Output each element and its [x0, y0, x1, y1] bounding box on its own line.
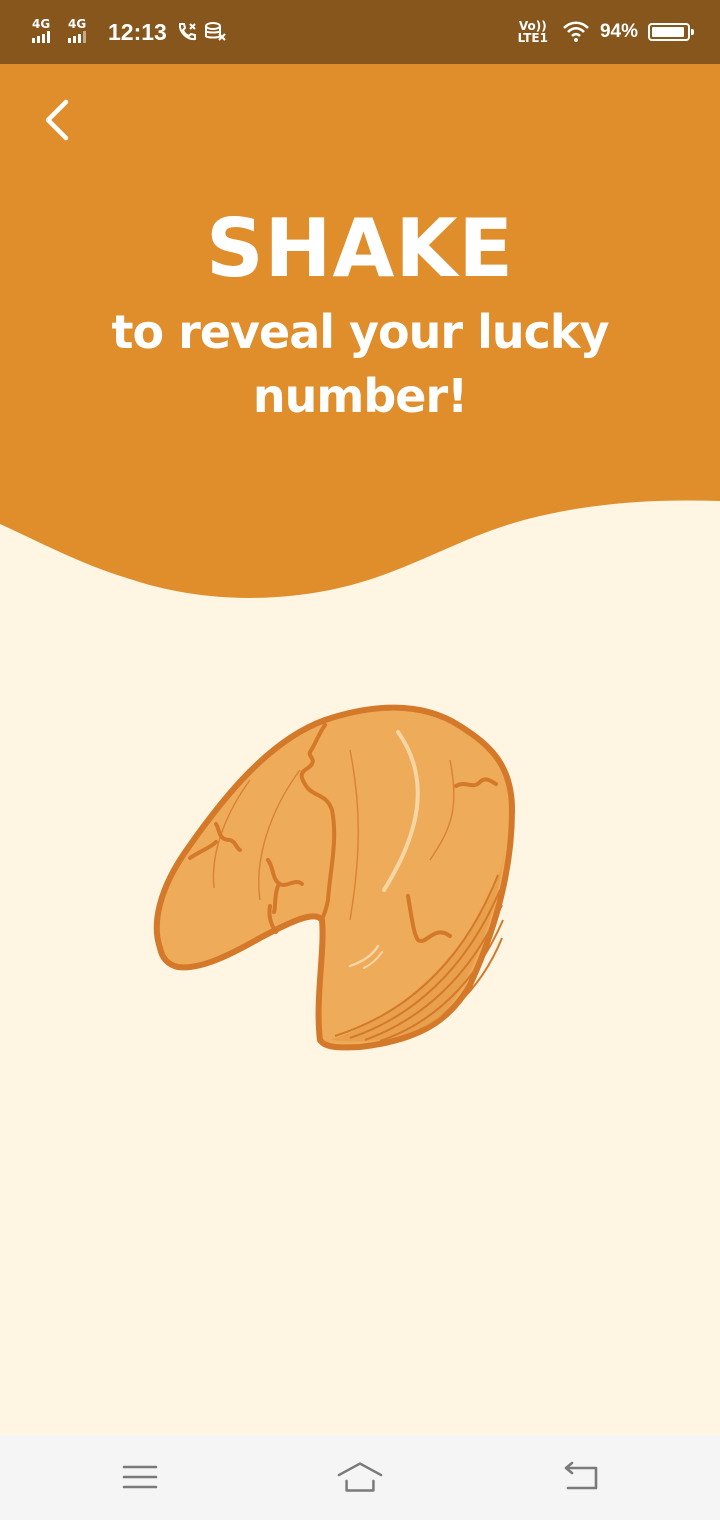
clock: 12:13 [108, 18, 167, 45]
back-button[interactable] [30, 90, 84, 150]
navigation-bar [0, 1435, 720, 1520]
signal-icon: 4G [30, 17, 60, 47]
menu-icon [122, 1465, 158, 1489]
wifi-icon [563, 21, 589, 42]
shake-screen: 4G 4G 12:13 Vo)) LTE1 94% SHAKE to revea… [0, 0, 720, 1520]
chevron-left-icon [45, 99, 69, 141]
fortune-cookie-image[interactable] [150, 700, 520, 1060]
home-icon [337, 1462, 383, 1492]
page-subtitle: to reveal your lucky number! [111, 305, 610, 423]
battery-percent: 94% [599, 21, 638, 42]
signal-icon-2: 4G [66, 17, 96, 47]
battery-icon [648, 23, 694, 41]
page-title: SHAKE [205, 202, 515, 295]
volte-bottom: LTE1 [517, 31, 548, 45]
network-label-2: 4G [68, 17, 87, 31]
data-icon [204, 22, 226, 41]
status-bar: 4G 4G 12:13 Vo)) LTE1 94% [0, 0, 720, 64]
status-right: Vo)) LTE1 94% [518, 0, 694, 64]
battery-fill [652, 27, 684, 37]
home-button[interactable] [336, 1453, 384, 1501]
menu-button[interactable] [116, 1453, 164, 1501]
back-nav-icon [564, 1461, 598, 1490]
status-left: 4G 4G 12:13 [30, 0, 231, 64]
volte-indicator: Vo)) LTE1 [518, 20, 548, 44]
back-nav-button[interactable] [556, 1453, 604, 1501]
call-icon [178, 23, 196, 41]
network-label: 4G [32, 17, 51, 31]
